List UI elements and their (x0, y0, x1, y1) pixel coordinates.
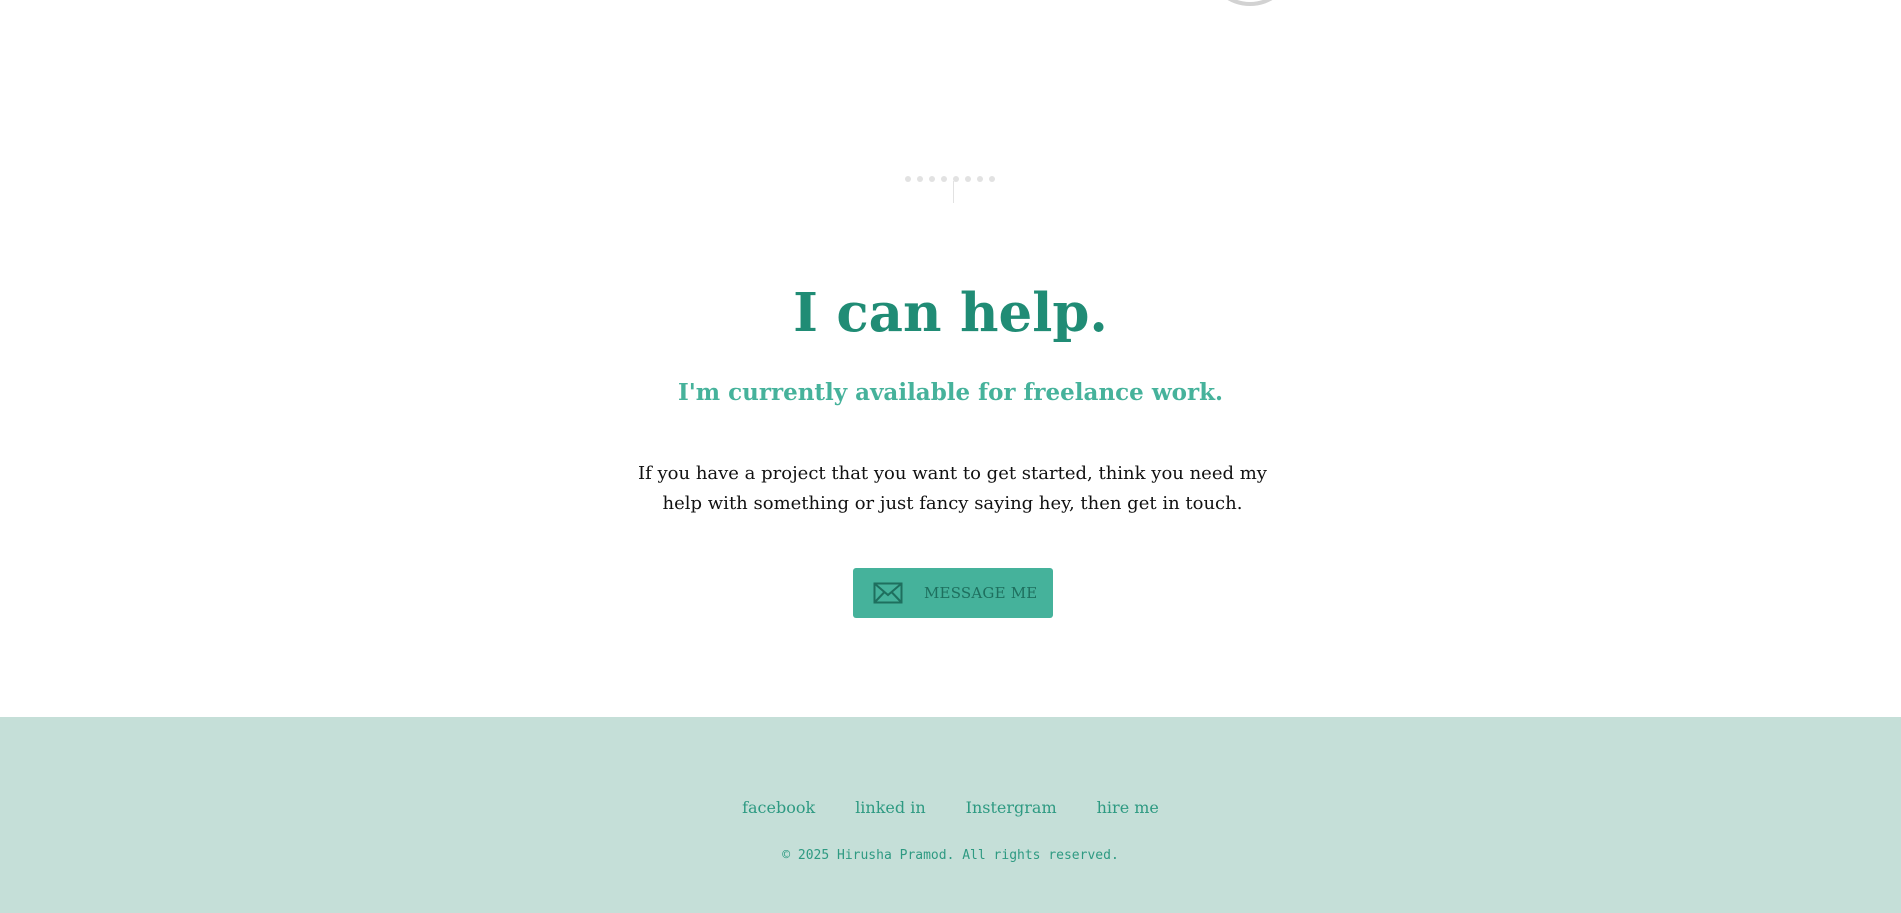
divider-dot (905, 176, 911, 182)
divider-dot (941, 176, 947, 182)
footer-link-linkedin[interactable]: linked in (855, 796, 925, 820)
section-divider-dots (905, 176, 997, 184)
message-me-button[interactable]: MESSAGE ME (853, 568, 1053, 618)
copyright-text: © 2025 Hirusha Pramod. All rights reserv… (782, 848, 1119, 863)
decorative-circle (1210, 0, 1290, 6)
divider-dot (929, 176, 935, 182)
message-me-label: MESSAGE ME (924, 584, 1038, 602)
footer-link-hire-me[interactable]: hire me (1097, 796, 1159, 820)
divider-line (953, 181, 954, 203)
footer-nav: facebook linked in Instergram hire me (0, 796, 1901, 820)
page-title: I can help. (793, 282, 1108, 344)
divider-dot (989, 176, 995, 182)
divider-dot (965, 176, 971, 182)
page-subtitle: I'm currently available for freelance wo… (677, 379, 1224, 406)
footer-link-facebook[interactable]: facebook (742, 796, 815, 820)
footer-link-instagram[interactable]: Instergram (966, 796, 1057, 820)
intro-paragraph: If you have a project that you want to g… (638, 463, 1267, 514)
divider-dot (917, 176, 923, 182)
divider-dot (977, 176, 983, 182)
site-footer: facebook linked in Instergram hire me © … (0, 717, 1901, 913)
envelope-icon (873, 581, 903, 605)
